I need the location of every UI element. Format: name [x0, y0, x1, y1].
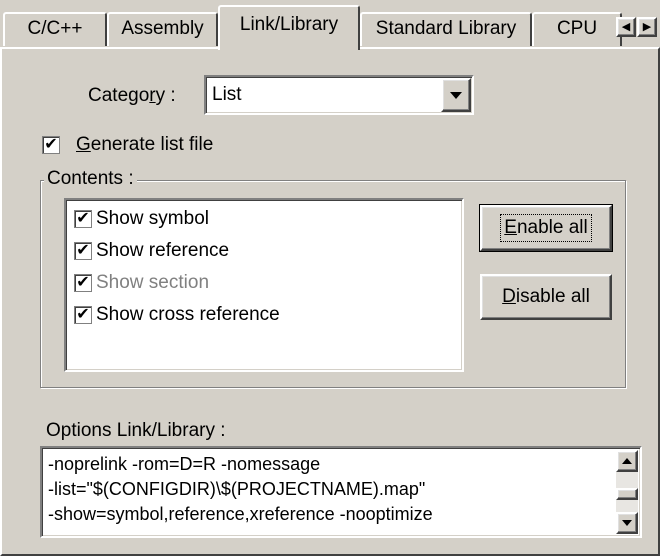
category-label: Category : — [88, 85, 176, 106]
disable-all-label: Disable all — [502, 286, 590, 307]
enable-all-label: Enable all — [500, 214, 592, 242]
show-section-checkbox[interactable]: ✔ — [74, 274, 92, 292]
list-item-show-cross-reference[interactable]: ✔ Show cross reference — [74, 300, 280, 330]
scrollbar-thumb[interactable] — [616, 488, 638, 500]
show-reference-checkbox[interactable]: ✔ — [74, 242, 92, 260]
options-line: -noprelink -rom=D=R -nomessage — [48, 454, 321, 474]
show-symbol-checkbox[interactable]: ✔ — [74, 210, 92, 228]
list-item-show-section[interactable]: ✔ Show section — [74, 268, 209, 298]
generate-list-checkbox[interactable]: ✔ — [42, 136, 60, 154]
list-item-show-reference[interactable]: ✔ Show reference — [74, 236, 229, 266]
contents-listbox[interactable]: ✔ Show symbol ✔ Show reference ✔ Show se… — [64, 198, 464, 372]
list-item-label: Show section — [96, 272, 210, 293]
options-label: Options Link/Library : — [46, 420, 226, 441]
disable-all-button[interactable]: Disable all — [480, 274, 612, 320]
generate-list-label: Generate list file — [76, 134, 214, 155]
chevron-down-icon[interactable] — [441, 78, 471, 112]
list-item-label: Show symbol — [96, 208, 209, 229]
list-item-label: Show reference — [96, 240, 230, 261]
category-dropdown[interactable]: List — [204, 75, 474, 115]
show-cross-reference-checkbox[interactable]: ✔ — [74, 306, 92, 324]
options-scrollbar[interactable] — [616, 450, 638, 534]
options-line: -list="$(CONFIGDIR)\$(PROJECTNAME).map" — [48, 479, 426, 499]
scroll-down-icon[interactable] — [616, 512, 638, 534]
scroll-up-icon[interactable] — [616, 450, 638, 472]
contents-legend: Contents : — [44, 168, 137, 190]
category-value: List — [212, 84, 242, 105]
enable-all-button[interactable]: Enable all — [479, 204, 613, 252]
list-item-show-symbol[interactable]: ✔ Show symbol — [74, 204, 209, 234]
options-textarea[interactable]: -noprelink -rom=D=R -nomessage -list="$(… — [40, 446, 642, 538]
options-line: -show=symbol,reference,xreference -noopt… — [48, 504, 433, 524]
list-item-label: Show cross reference — [96, 304, 280, 325]
